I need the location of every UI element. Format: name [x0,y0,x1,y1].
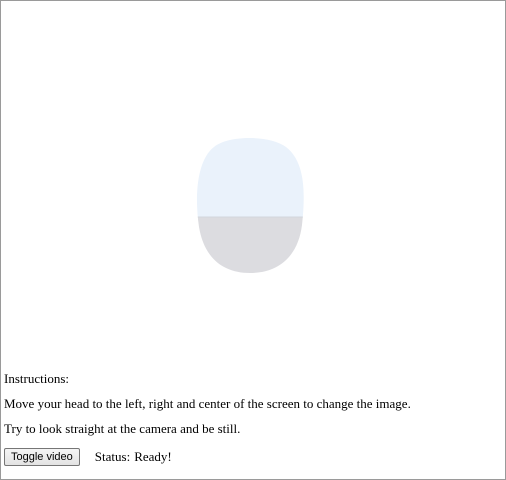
instruction-look-straight: Try to look straight at the camera and b… [4,421,241,436]
face-bottom-region [196,217,304,273]
face-top-region [196,138,304,217]
controls-bar: Toggle video Status: Ready! [4,448,172,466]
face-silhouette-image [196,138,304,273]
status-label: Status: [94,449,131,464]
toggle-video-button[interactable]: Toggle video [4,448,80,466]
status-value: Ready! [134,449,172,464]
camera-view [1,1,505,361]
instruction-move-head: Move your head to the left, right and ce… [4,396,411,411]
instructions-heading: Instructions: [4,371,69,386]
app-frame: Instructions: Move your head to the left… [0,0,506,480]
instructions-block: Instructions: Move your head to the left… [4,371,501,446]
status-text: Status: Ready! [95,449,172,465]
